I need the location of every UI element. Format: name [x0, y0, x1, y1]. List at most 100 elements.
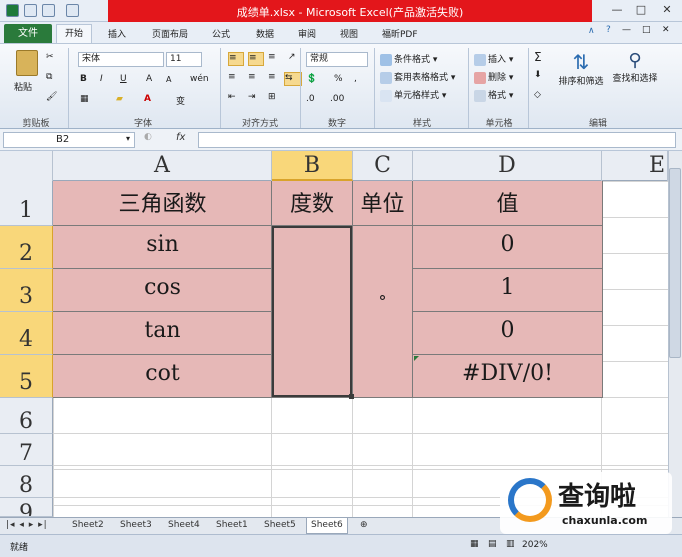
align-middle-button[interactable]: ≡ — [248, 52, 264, 66]
cell-d2[interactable]: 0 — [413, 232, 602, 257]
name-box[interactable]: B2 — [3, 132, 135, 148]
fill-handle[interactable] — [349, 394, 354, 399]
column-header-a[interactable]: A — [53, 151, 272, 181]
sort-filter-button[interactable]: ⇅ 排序和筛选 — [556, 50, 606, 87]
format-painter-icon[interactable]: 🖌 — [46, 92, 57, 102]
tab-formulas[interactable]: 公式 — [212, 27, 230, 40]
increase-decimal-icon[interactable]: .0 — [306, 94, 315, 104]
underline-button[interactable]: U — [120, 74, 127, 84]
name-box-dropdown-icon[interactable]: ▾ — [126, 134, 130, 143]
row-header-3[interactable]: 3 — [0, 269, 53, 312]
tab-foxit-pdf[interactable]: 福昕PDF — [382, 27, 418, 40]
tab-data[interactable]: 数据 — [256, 27, 274, 40]
error-indicator-icon[interactable] — [414, 356, 419, 361]
cell-a5[interactable]: cot — [53, 361, 272, 386]
align-left-button[interactable]: ≡ — [228, 72, 236, 82]
decrease-decimal-icon[interactable]: .00 — [330, 94, 344, 104]
help-icon[interactable]: ? — [606, 25, 611, 35]
row-header-6[interactable]: 6 — [0, 398, 53, 434]
row-header-4[interactable]: 4 — [0, 312, 53, 355]
shrink-font-icon[interactable]: A — [166, 75, 171, 84]
font-name-select[interactable]: 宋体 — [78, 52, 164, 67]
sheet-tab-sheet3[interactable]: Sheet3 — [116, 518, 156, 534]
row-header-1[interactable]: 1 — [0, 181, 53, 226]
tab-review[interactable]: 审阅 — [298, 27, 316, 40]
cell-d5[interactable]: #DIV/0! — [413, 361, 602, 386]
cell-c1[interactable]: 单位 — [353, 186, 412, 218]
align-right-button[interactable]: ≡ — [268, 72, 276, 82]
row-header-9[interactable]: 9 — [0, 498, 53, 517]
font-color-icon[interactable]: A — [144, 94, 151, 104]
column-header-d[interactable]: D — [413, 151, 602, 181]
phonetic-icon[interactable]: wén — [190, 74, 209, 84]
doc-restore-button[interactable]: □ — [642, 25, 651, 35]
copy-icon[interactable]: ⧉ — [46, 72, 52, 82]
maximize-button[interactable]: □ — [630, 3, 652, 18]
view-layout-icon[interactable]: ▤ — [488, 539, 497, 549]
sheet-tab-sheet5[interactable]: Sheet5 — [260, 518, 300, 534]
bold-button[interactable]: B — [80, 74, 87, 84]
cell-b1[interactable]: 度数 — [272, 186, 352, 218]
save-icon[interactable] — [24, 4, 37, 17]
cell-a1[interactable]: 三角函数 — [53, 186, 272, 218]
zoom-level[interactable]: 202% — [522, 540, 548, 550]
cell-style-button[interactable]: 单元格样式 ▾ — [380, 88, 446, 102]
border-icon[interactable]: ▦ — [80, 94, 89, 104]
column-header-b[interactable]: B — [272, 151, 353, 181]
cell-d4[interactable]: 0 — [413, 318, 602, 343]
merge-center-icon[interactable]: ⊞ — [268, 92, 276, 102]
sheet-nav-icon[interactable]: |◂ ◂ ▸ ▸| — [2, 518, 52, 534]
change-case-icon[interactable]: 变 — [176, 94, 185, 107]
ribbon-minimize-icon[interactable]: ∧ — [588, 26, 595, 36]
sheet-tab-sheet2[interactable]: Sheet2 — [68, 518, 108, 534]
doc-minimize-button[interactable]: — — [622, 25, 631, 35]
find-select-button[interactable]: ⚲ 查找和选择 — [610, 50, 660, 84]
redo-icon[interactable] — [66, 4, 79, 17]
align-center-button[interactable]: ≡ — [248, 72, 256, 82]
font-size-select[interactable]: 11 — [166, 52, 202, 67]
delete-cells-button[interactable]: 删除 ▾ — [474, 70, 513, 84]
undo-icon[interactable] — [42, 4, 55, 17]
insert-cells-button[interactable]: 插入 ▾ — [474, 52, 513, 66]
cut-icon[interactable]: ✂ — [46, 52, 54, 62]
increase-indent-icon[interactable]: ⇥ — [248, 92, 256, 102]
align-top-button[interactable]: ≡ — [228, 52, 244, 66]
insert-function-button[interactable]: fx — [176, 132, 185, 143]
autosum-button[interactable]: Σ — [534, 50, 542, 64]
grow-font-icon[interactable]: A — [146, 74, 152, 84]
sheet-tab-sheet6-active[interactable]: Sheet6 — [306, 518, 348, 534]
fill-color-icon[interactable]: ▰ — [116, 94, 123, 104]
select-all-button[interactable] — [0, 151, 53, 181]
percent-button[interactable]: % — [334, 74, 343, 84]
table-format-button[interactable]: 套用表格格式 ▾ — [380, 70, 455, 84]
conditional-format-button[interactable]: 条件格式 ▾ — [380, 52, 437, 66]
close-button[interactable]: ✕ — [656, 3, 678, 18]
view-normal-icon[interactable]: ▦ — [470, 539, 479, 549]
formula-input[interactable] — [198, 132, 676, 148]
row-header-7[interactable]: 7 — [0, 434, 53, 466]
tab-view[interactable]: 视图 — [340, 27, 358, 40]
cell-d1[interactable]: 值 — [413, 186, 602, 218]
fill-icon[interactable]: ⬇ — [534, 70, 542, 80]
clear-icon[interactable]: ◇ — [534, 90, 541, 100]
row-header-8[interactable]: 8 — [0, 466, 53, 498]
decrease-indent-icon[interactable]: ⇤ — [228, 92, 236, 102]
paste-button[interactable]: 粘贴 — [14, 50, 38, 93]
cell-a2[interactable]: sin — [53, 232, 272, 257]
tab-page-layout[interactable]: 页面布局 — [152, 27, 188, 40]
formula-cancel-icon[interactable]: ◐ — [144, 132, 152, 142]
tab-file[interactable]: 文件 — [4, 24, 52, 43]
comma-button[interactable]: , — [354, 74, 357, 84]
doc-close-button[interactable]: ✕ — [662, 25, 670, 35]
align-bottom-button[interactable]: ≡ — [268, 52, 276, 62]
currency-icon[interactable]: 💲 — [306, 74, 317, 84]
new-sheet-icon[interactable]: ⊕ — [356, 518, 372, 534]
number-format-select[interactable]: 常规 — [306, 52, 368, 67]
tab-home[interactable]: 开始 — [56, 24, 92, 45]
tab-insert[interactable]: 插入 — [108, 27, 126, 40]
orientation-icon[interactable]: ↗ — [288, 52, 296, 62]
view-pagebreak-icon[interactable]: ▥ — [506, 539, 515, 549]
cell-a4[interactable]: tan — [53, 318, 272, 343]
cell-c2-merged[interactable]: ° — [353, 292, 412, 311]
cell-a3[interactable]: cos — [53, 275, 272, 300]
